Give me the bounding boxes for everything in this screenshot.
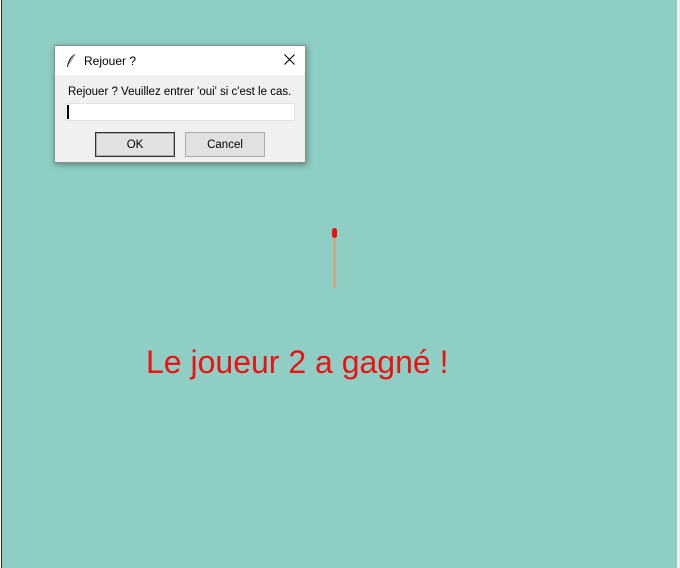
- replay-dialog: Rejouer ? Rejouer ? Veuillez entrer 'oui…: [54, 45, 306, 163]
- matchstick-stick: [333, 234, 336, 288]
- close-button[interactable]: [273, 46, 305, 75]
- dialog-title: Rejouer ?: [84, 54, 137, 68]
- ok-button[interactable]: OK: [95, 132, 175, 157]
- cancel-button[interactable]: Cancel: [185, 132, 265, 157]
- dialog-prompt: Rejouer ? Veuillez entrer 'oui' si c'est…: [68, 86, 292, 98]
- matchstick: [332, 228, 337, 290]
- winner-message: Le joueur 2 a gagné !: [146, 344, 449, 380]
- matchstick-head: [332, 228, 337, 238]
- dialog-titlebar[interactable]: Rejouer ?: [55, 46, 305, 75]
- close-icon: [283, 52, 295, 70]
- feather-icon: [65, 53, 77, 69]
- replay-input[interactable]: [65, 103, 295, 121]
- text-caret: [67, 105, 69, 119]
